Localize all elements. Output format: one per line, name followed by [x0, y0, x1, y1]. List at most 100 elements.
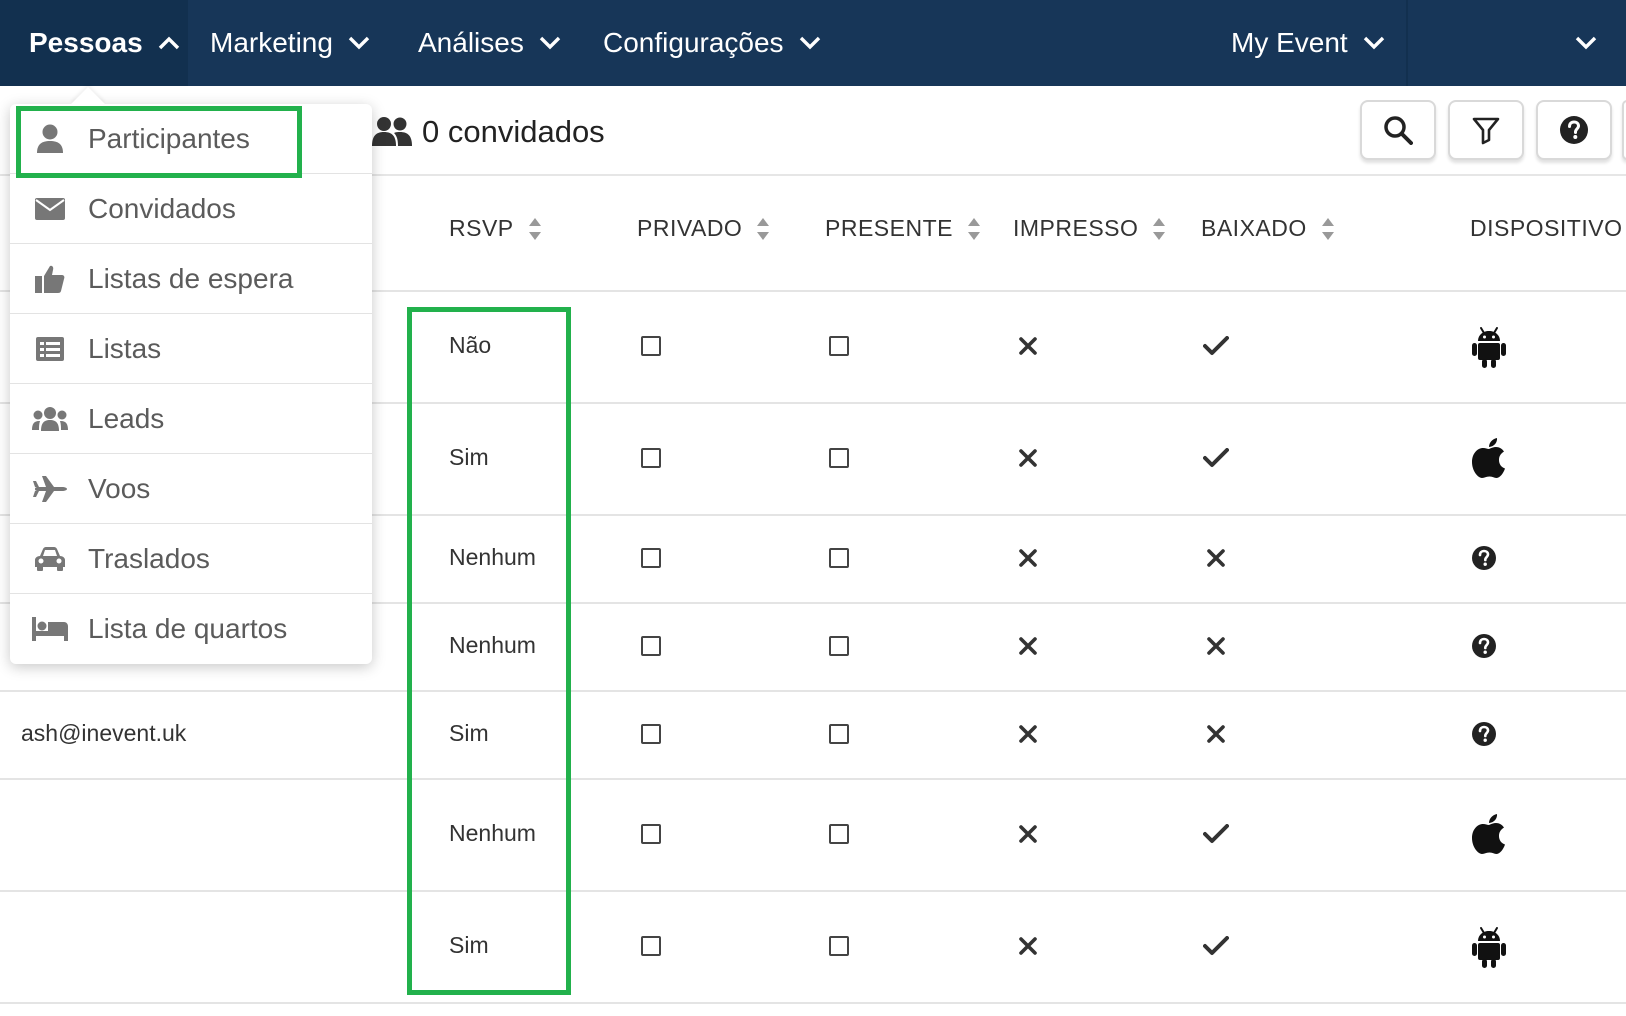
baixado-check-icon: [1203, 448, 1229, 473]
question-icon: [1471, 721, 1497, 752]
menu-item-leads[interactable]: Leads: [10, 384, 372, 454]
nav-analises[interactable]: Análises: [418, 0, 562, 86]
menu-item-label: Leads: [88, 402, 165, 434]
search-button[interactable]: [1360, 100, 1436, 160]
column-header-label: IMPRESSO: [1013, 215, 1139, 241]
column-header-label: BAIXADO: [1201, 215, 1307, 241]
chevron-down-icon: [799, 36, 820, 50]
list-icon: [36, 336, 64, 361]
presente-checkbox[interactable]: [829, 724, 849, 744]
email-cell: ash@inevent.uk: [21, 720, 187, 746]
nav-configuracoes-label: Configurações: [603, 27, 784, 58]
nav-marketing[interactable]: Marketing: [210, 0, 371, 86]
android-icon: [1472, 926, 1506, 973]
menu-item-label: Listas de espera: [88, 262, 294, 294]
presente-checkbox[interactable]: [829, 636, 849, 656]
question-icon: [1471, 545, 1497, 576]
row-divider: [0, 690, 1626, 692]
baixado-x-icon: [1207, 637, 1225, 660]
nav-divider: [1406, 0, 1408, 86]
menu-item-convidados[interactable]: Convidados: [10, 174, 372, 244]
thumbs-up-icon: [35, 265, 65, 293]
baixado-check-icon: [1203, 936, 1229, 961]
nav-analises-label: Análises: [418, 27, 524, 58]
sort-icon: [1321, 217, 1334, 240]
menu-item-traslados[interactable]: Traslados: [10, 524, 372, 594]
plane-icon: [33, 475, 67, 502]
chevron-down-icon: [1363, 36, 1384, 50]
nav-my-event[interactable]: My Event: [1231, 0, 1386, 86]
menu-item-label: Convidados: [88, 192, 236, 224]
privado-checkbox[interactable]: [641, 824, 661, 844]
presente-checkbox[interactable]: [829, 336, 849, 356]
menu-item-listas-de-espera[interactable]: Listas de espera: [10, 244, 372, 314]
car-icon: [35, 546, 65, 571]
column-header-label: RSVP: [449, 215, 514, 241]
filter-button[interactable]: [1448, 100, 1524, 160]
privado-checkbox[interactable]: [641, 448, 661, 468]
impresso-x-icon: [1019, 449, 1037, 472]
participantes-highlight: [16, 106, 302, 178]
apple-icon: [1472, 814, 1506, 859]
presente-checkbox[interactable]: [829, 448, 849, 468]
column-header-label: PRIVADO: [637, 215, 743, 241]
row-divider: [0, 890, 1626, 892]
users-icon: [32, 406, 68, 431]
guest-count-label: 0 convidados: [422, 114, 605, 149]
sort-icon: [1153, 217, 1166, 240]
privado-checkbox[interactable]: [641, 336, 661, 356]
menu-item-label: Traslados: [88, 542, 210, 574]
impresso-x-icon: [1019, 637, 1037, 660]
sort-icon: [757, 217, 770, 240]
menu-item-label: Voos: [88, 472, 151, 504]
column-header-rsvp[interactable]: RSVP: [449, 215, 542, 242]
nav-pessoas-label: Pessoas: [29, 27, 143, 58]
column-header-dispositivo: DISPOSITIVO: [1470, 215, 1622, 242]
impresso-x-icon: [1019, 337, 1037, 360]
column-header-impresso[interactable]: IMPRESSO: [1013, 215, 1166, 242]
guest-count: 0 convidados: [372, 108, 605, 156]
users-icon: [372, 117, 412, 146]
sort-icon: [528, 217, 541, 240]
privado-checkbox[interactable]: [641, 636, 661, 656]
chevron-down-icon: [1575, 36, 1597, 50]
apple-icon: [1472, 438, 1506, 483]
menu-item-label: Listas: [88, 332, 162, 364]
presente-checkbox[interactable]: [829, 936, 849, 956]
nav-pessoas[interactable]: Pessoas: [0, 0, 188, 86]
menu-item-voos[interactable]: Voos: [10, 454, 372, 524]
presente-checkbox[interactable]: [829, 548, 849, 568]
envelope-icon: [35, 197, 65, 220]
column-header-presente[interactable]: PRESENTE: [825, 215, 981, 242]
column-header-privado[interactable]: PRIVADO: [637, 215, 770, 242]
help-icon: [1560, 116, 1588, 144]
rsvp-column-highlight: [407, 307, 571, 995]
bed-icon: [32, 617, 68, 641]
nav-user-menu[interactable]: [1574, 0, 1598, 86]
top-navbar: Pessoas Marketing Análises Configurações…: [0, 0, 1626, 86]
baixado-x-icon: [1207, 549, 1225, 572]
help-button[interactable]: [1536, 100, 1612, 160]
impresso-x-icon: [1019, 549, 1037, 572]
question-icon: [1471, 633, 1497, 664]
baixado-check-icon: [1203, 824, 1229, 849]
search-icon: [1384, 116, 1413, 145]
chevron-up-icon: [158, 36, 179, 50]
impresso-x-icon: [1019, 937, 1037, 960]
column-header-baixado[interactable]: BAIXADO: [1201, 215, 1335, 242]
impresso-x-icon: [1019, 825, 1037, 848]
more-button[interactable]: [1622, 100, 1626, 160]
nav-configuracoes[interactable]: Configurações: [603, 0, 822, 86]
sort-icon: [967, 217, 980, 240]
baixado-check-icon: [1203, 336, 1229, 361]
presente-checkbox[interactable]: [829, 824, 849, 844]
privado-checkbox[interactable]: [641, 936, 661, 956]
row-divider: [0, 1002, 1626, 1004]
menu-item-listas[interactable]: Listas: [10, 314, 372, 384]
privado-checkbox[interactable]: [641, 548, 661, 568]
privado-checkbox[interactable]: [641, 724, 661, 744]
pessoas-dropdown-menu: Participantes Convidados Listas de esper…: [10, 87, 372, 664]
menu-item-lista-de-quartos[interactable]: Lista de quartos: [10, 594, 372, 664]
row-divider: [0, 778, 1626, 780]
baixado-x-icon: [1207, 725, 1225, 748]
